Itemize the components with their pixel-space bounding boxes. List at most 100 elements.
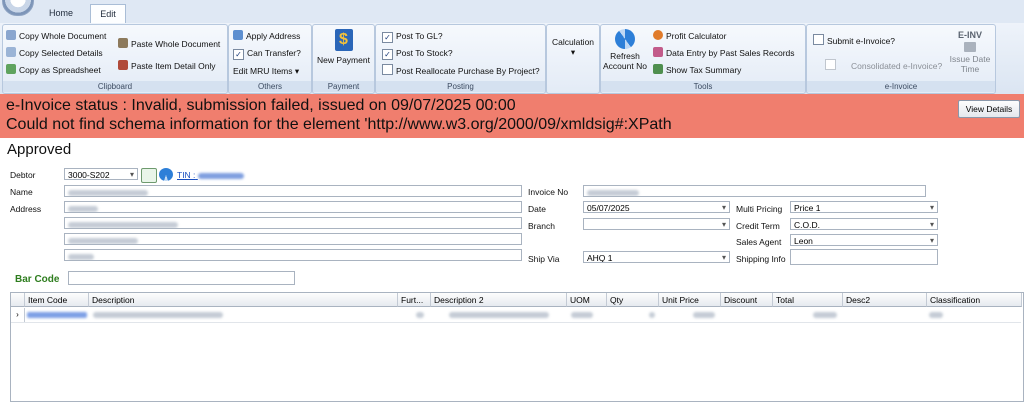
column-header-qty[interactable]: Qty — [607, 293, 659, 307]
new-payment-button[interactable]: $ New Payment — [313, 29, 374, 65]
issue-date-time-button[interactable]: E-INV Issue Date Time — [948, 30, 992, 74]
search-document-icon — [653, 47, 663, 57]
refresh-icon — [615, 29, 635, 49]
paste-item-detail-button[interactable]: Paste Item Detail Only — [118, 59, 216, 73]
multi-pricing-select[interactable]: Price 1 — [790, 201, 938, 213]
refresh-icon[interactable] — [159, 168, 173, 181]
date-label: Date — [528, 204, 546, 214]
invoice-no-field[interactable] — [583, 185, 926, 197]
einv-icon: E-INV — [957, 30, 982, 40]
column-header-description-2[interactable]: Description 2 — [431, 293, 567, 307]
refresh-account-no-button[interactable]: Refresh Account No — [601, 29, 649, 71]
document-status-title: Approved — [7, 141, 72, 158]
classification-cell — [929, 312, 943, 318]
column-header-classification[interactable]: Classification — [927, 293, 1022, 307]
description-cell — [93, 312, 223, 318]
uom-cell — [571, 312, 593, 318]
payment-group-title: Payment — [313, 81, 374, 92]
bar-code-input[interactable] — [68, 271, 295, 285]
copy-icon — [6, 30, 16, 40]
application-menu-button[interactable] — [2, 0, 34, 16]
total-cell — [813, 312, 837, 318]
spreadsheet-icon — [6, 64, 16, 74]
date-picker[interactable]: 05/07/2025 — [583, 201, 730, 213]
address-line-1[interactable] — [64, 201, 522, 213]
address-label: Address — [10, 204, 42, 214]
tin-value-redacted — [197, 172, 244, 179]
others-group: Apply Address ✓ Can Transfer? Edit MRU It… — [228, 24, 312, 94]
ship-via-label: Ship Via — [528, 254, 560, 264]
apply-address-button[interactable]: Apply Address — [233, 29, 300, 43]
column-header-discount[interactable]: Discount — [721, 293, 773, 307]
name-field[interactable] — [64, 185, 522, 197]
einvoice-status-banner: e-Invoice status : Invalid, submission f… — [0, 94, 1024, 138]
clipboard-group: Copy Whole Document Copy Selected Detail… — [2, 24, 228, 94]
data-entry-past-sales-button[interactable]: Data Entry by Past Sales Records — [653, 46, 795, 60]
name-label: Name — [10, 187, 33, 197]
checkbox-unchecked-icon — [382, 64, 393, 75]
column-header-desc2[interactable]: Desc2 — [843, 293, 927, 307]
tools-group: Refresh Account No Profit Calculator Dat… — [600, 24, 806, 94]
tab-home[interactable]: Home — [38, 4, 84, 22]
copy-selected-details-button[interactable]: Copy Selected Details — [6, 46, 103, 60]
checkbox-checked-icon: ✓ — [382, 32, 393, 43]
credit-term-select[interactable]: C.O.D. — [790, 218, 938, 230]
ship-via-select[interactable]: AHQ 1 — [583, 251, 730, 263]
sales-agent-select[interactable]: Leon — [790, 234, 938, 246]
post-reallocate-checkbox[interactable]: Post Reallocate Purchase By Project? — [382, 64, 540, 78]
submit-einvoice-checkbox[interactable]: Submit e-Invoice? — [813, 34, 895, 48]
tin-link[interactable]: TIN : — [177, 170, 244, 180]
can-transfer-checkbox[interactable]: ✓ Can Transfer? — [233, 46, 301, 60]
column-header-unit-price[interactable]: Unit Price — [659, 293, 721, 307]
tools-group-title: Tools — [601, 81, 805, 92]
copy-whole-document-button[interactable]: Copy Whole Document — [6, 29, 106, 43]
checkbox-unchecked-icon — [825, 59, 836, 70]
row-indicator-header — [11, 293, 25, 307]
unit-price-cell — [693, 312, 715, 318]
calendar-icon — [964, 42, 976, 52]
einvoice-group: Submit e-Invoice? Consolidated e-Invoice… — [806, 24, 996, 94]
column-header-total[interactable]: Total — [773, 293, 843, 307]
view-details-button[interactable]: View Details — [958, 100, 1020, 118]
posting-group: ✓ Post To GL? ✓ Post To Stock? Post Reallo… — [375, 24, 546, 94]
calculator-icon — [653, 30, 663, 40]
calculation-button[interactable]: Calculation ▾ — [547, 37, 599, 57]
others-group-title: Others — [229, 81, 311, 92]
post-to-stock-checkbox[interactable]: ✓ Post To Stock? — [382, 46, 453, 60]
branch-select[interactable] — [583, 218, 730, 230]
edit-mru-items-button[interactable]: Edit MRU Items ▾ — [233, 64, 299, 78]
ribbon-tab-bar: Home Edit — [0, 0, 1024, 24]
dropdown-arrow-icon: ▾ — [570, 47, 576, 57]
checkbox-checked-icon: ✓ — [233, 49, 244, 60]
multi-pricing-label: Multi Pricing — [736, 204, 783, 214]
copy-as-spreadsheet-button[interactable]: Copy as Spreadsheet — [6, 63, 101, 77]
bar-code-label: Bar Code — [15, 274, 60, 285]
sales-agent-label: Sales Agent — [736, 237, 782, 247]
row-selector-arrow-icon: › — [11, 308, 25, 322]
calculation-group: Calculation ▾ — [546, 24, 600, 94]
tab-edit[interactable]: Edit — [90, 4, 126, 24]
show-tax-summary-button[interactable]: Show Tax Summary — [653, 63, 741, 77]
paste-icon — [118, 60, 128, 70]
invoice-no-label: Invoice No — [528, 187, 569, 197]
paste-whole-document-button[interactable]: Paste Whole Document — [118, 37, 220, 51]
shipping-info-field[interactable] — [790, 249, 938, 265]
debtor-select[interactable]: 3000-S202 — [64, 168, 138, 180]
branch-label: Branch — [528, 221, 555, 231]
column-header-further-description[interactable]: Furt... — [398, 293, 431, 307]
einvoice-error-text: Could not find schema information for th… — [6, 116, 672, 133]
item-code-cell — [27, 312, 87, 318]
consolidated-einvoice-checkbox[interactable]: Consolidated e-Invoice? — [825, 59, 942, 73]
address-line-2[interactable] — [64, 217, 522, 229]
column-header-description[interactable]: Description — [89, 293, 398, 307]
address-icon — [233, 30, 243, 40]
debtor-label: Debtor — [10, 170, 36, 180]
profit-calculator-button[interactable]: Profit Calculator — [653, 29, 726, 43]
post-to-gl-checkbox[interactable]: ✓ Post To GL? — [382, 29, 443, 43]
column-header-item-code[interactable]: Item Code — [25, 293, 89, 307]
address-line-3[interactable] — [64, 233, 522, 245]
debtor-lookup-icon[interactable] — [141, 168, 157, 183]
table-row[interactable]: › — [11, 308, 1021, 323]
address-line-4[interactable] — [64, 249, 522, 261]
column-header-uom[interactable]: UOM — [567, 293, 607, 307]
